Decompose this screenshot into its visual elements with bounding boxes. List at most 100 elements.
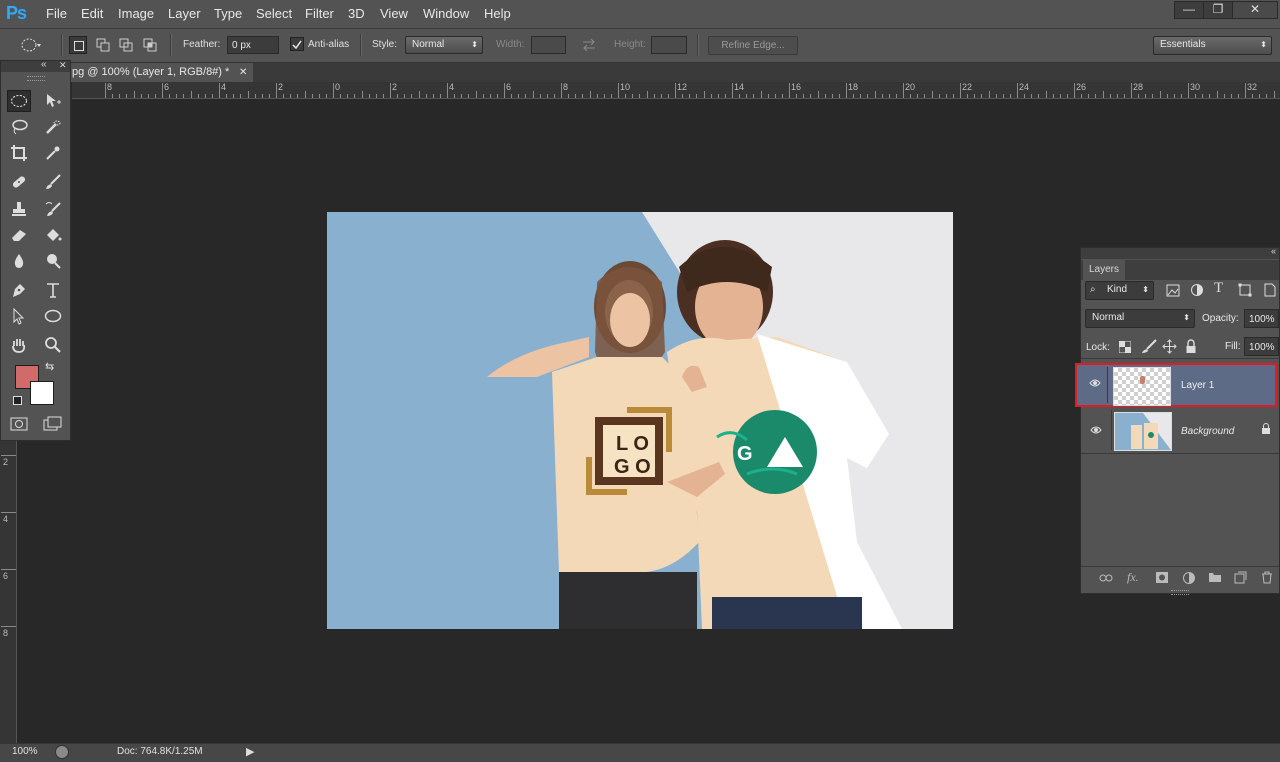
menu-file[interactable]: File [46, 6, 67, 21]
pen-tool[interactable] [7, 279, 31, 301]
blur-tool[interactable] [7, 250, 31, 272]
default-colors-icon[interactable] [13, 396, 22, 405]
style-select-value: Normal [412, 39, 445, 50]
layer-mask-icon[interactable] [1155, 571, 1169, 584]
ellipse-shape-tool[interactable] [41, 305, 65, 327]
delete-layer-trash-icon[interactable] [1261, 571, 1273, 584]
menu-image[interactable]: Image [118, 6, 154, 21]
height-input[interactable] [651, 36, 687, 54]
add-to-selection-icon[interactable] [95, 37, 111, 53]
lasso-tool[interactable] [7, 116, 31, 138]
toolbox-header[interactable]: « ✕ [1, 59, 70, 72]
ruler-minor-tick [596, 94, 598, 98]
restore-button[interactable]: ❐ [1203, 1, 1233, 19]
ruler-minor-tick [1109, 94, 1111, 98]
opacity-input[interactable]: 100% [1244, 309, 1279, 328]
layers-panel-header[interactable]: « [1081, 246, 1279, 259]
healing-brush-tool[interactable] [7, 171, 31, 193]
history-brush-tool[interactable] [41, 198, 65, 220]
panel-resize-grip[interactable] [1171, 590, 1189, 595]
intersect-selection-icon[interactable] [142, 37, 158, 53]
new-layer-icon[interactable] [1234, 571, 1247, 584]
layer-name[interactable]: Layer 1 [1181, 380, 1214, 391]
filter-shape-icon[interactable] [1238, 283, 1252, 297]
new-selection-mode-button[interactable] [69, 36, 87, 54]
ruler-minor-tick [575, 94, 577, 98]
status-menu-arrow-icon[interactable]: ▶ [246, 745, 254, 758]
layer-style-fx-icon[interactable]: fx. [1127, 570, 1139, 585]
zoom-level[interactable]: 100% [12, 746, 38, 757]
fill-input[interactable]: 100% [1244, 337, 1279, 356]
grip-handle[interactable] [27, 76, 45, 81]
filter-type-icon[interactable]: T [1214, 280, 1223, 297]
eraser-tool[interactable] [7, 224, 31, 246]
lock-transparent-pixels-icon[interactable] [1119, 341, 1131, 353]
move-tool[interactable] [41, 90, 65, 112]
lock-position-icon[interactable] [1162, 339, 1177, 354]
ruler-minor-tick [325, 94, 327, 98]
elliptical-marquee-tool[interactable] [7, 90, 31, 112]
path-selection-tool[interactable] [7, 305, 31, 327]
menu-type[interactable]: Type [214, 6, 242, 21]
link-layers-icon[interactable] [1099, 572, 1113, 584]
swap-colors-icon[interactable]: ⇆ [45, 360, 54, 373]
hand-tool[interactable] [7, 334, 31, 356]
menu-filter[interactable]: Filter [305, 6, 334, 21]
elliptical-marquee-tool-preset-icon[interactable] [20, 37, 42, 53]
status-info-icon[interactable] [55, 745, 69, 759]
ruler-minor-tick [297, 94, 299, 98]
blend-mode-select[interactable]: Normal ⬍ [1085, 309, 1195, 328]
menu-window[interactable]: Window [423, 6, 469, 21]
quick-selection-tool[interactable] [41, 116, 65, 138]
eyedropper-icon [46, 146, 60, 160]
lock-image-pixels-icon[interactable] [1141, 339, 1157, 354]
type-tool[interactable] [41, 279, 65, 301]
layer-filter-select[interactable]: ⌕ Kind ⬍ [1085, 281, 1154, 300]
filter-smart-object-icon[interactable] [1262, 283, 1276, 297]
document-canvas[interactable]: L O G O G [327, 212, 953, 629]
refine-edge-button[interactable]: Refine Edge... [708, 36, 798, 55]
eyedropper-tool[interactable] [41, 142, 65, 164]
style-select[interactable]: Normal ⬍ [405, 36, 483, 54]
filter-pixel-icon[interactable] [1166, 284, 1180, 297]
antialias-checkbox[interactable] [290, 37, 304, 51]
zoom-tool[interactable] [41, 334, 65, 356]
menu-layer[interactable]: Layer [168, 6, 201, 21]
collapse-icon[interactable]: « [1271, 246, 1276, 256]
new-group-folder-icon[interactable] [1208, 571, 1222, 583]
subtract-from-selection-icon[interactable] [118, 37, 134, 53]
visibility-eye-icon[interactable] [1090, 425, 1102, 435]
quick-mask-button[interactable] [7, 413, 31, 435]
menu-view[interactable]: View [380, 6, 408, 21]
swap-width-height-icon[interactable] [581, 37, 597, 53]
crop-tool[interactable] [7, 142, 31, 164]
layer-row-layer-1[interactable]: Layer 1 [1075, 363, 1277, 407]
background-color-swatch[interactable] [30, 381, 54, 405]
close-window-button[interactable]: ✕ [1232, 1, 1278, 19]
filter-adjustment-icon[interactable] [1190, 283, 1204, 297]
adjustment-layer-icon[interactable] [1182, 571, 1196, 585]
width-label: Width: [496, 39, 525, 50]
clone-stamp-tool[interactable] [7, 198, 31, 220]
lock-all-icon[interactable] [1185, 339, 1197, 354]
width-input[interactable] [531, 36, 566, 54]
close-tab-icon[interactable]: ✕ [239, 63, 247, 82]
layers-tab[interactable]: Layers [1083, 260, 1125, 280]
feather-input[interactable]: 0 px [227, 36, 279, 54]
paint-bucket-tool[interactable] [41, 224, 65, 246]
collapse-icon[interactable]: « [41, 59, 47, 70]
ruler-major-tick [846, 83, 847, 98]
brush-tool[interactable] [41, 171, 65, 193]
close-panel-icon[interactable]: ✕ [59, 60, 67, 71]
layer-row-background[interactable]: Background [1081, 408, 1279, 452]
workspace-select[interactable]: Essentials ⬍ [1153, 36, 1272, 55]
visibility-eye-icon[interactable] [1089, 378, 1101, 388]
screen-mode-button[interactable] [41, 413, 65, 435]
menu-edit[interactable]: Edit [81, 6, 103, 21]
menu-help[interactable]: Help [484, 6, 511, 21]
minimize-button[interactable]: — [1174, 1, 1204, 19]
menu-select[interactable]: Select [256, 6, 292, 21]
menu-3d[interactable]: 3D [348, 6, 365, 21]
layer-name[interactable]: Background [1181, 426, 1234, 437]
dodge-tool[interactable] [41, 250, 65, 272]
